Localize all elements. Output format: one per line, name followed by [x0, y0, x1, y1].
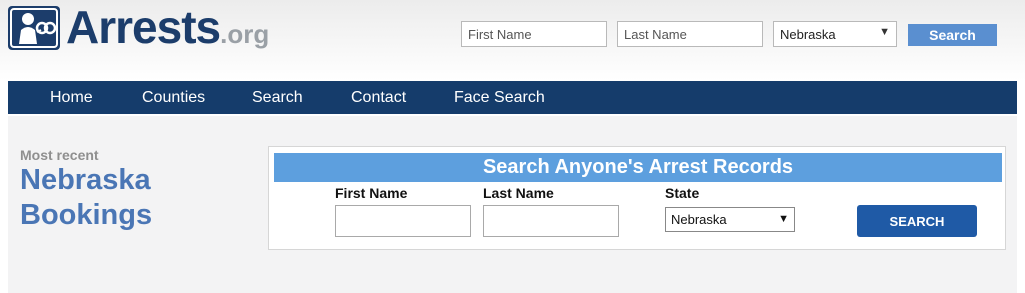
- state-select-value: Nebraska: [671, 212, 727, 227]
- page-title: Nebraska Bookings: [20, 164, 153, 231]
- nav-item-contact[interactable]: Contact: [351, 81, 406, 114]
- first-name-label: First Name: [335, 185, 408, 201]
- last-name-input[interactable]: [483, 205, 619, 237]
- site-header: Arrests.org Nebraska ▼ Search: [0, 0, 1025, 80]
- brand-name: Arrests: [66, 1, 221, 53]
- nav-item-home[interactable]: Home: [50, 81, 93, 114]
- chevron-down-icon: ▼: [778, 213, 789, 225]
- site-wordmark: Arrests.org: [66, 0, 269, 64]
- chevron-down-icon: ▼: [879, 26, 890, 38]
- header-state-value: Nebraska: [780, 26, 836, 42]
- nav-item-face-search[interactable]: Face Search: [454, 81, 545, 114]
- search-button[interactable]: SEARCH: [857, 205, 977, 237]
- header-first-name-input[interactable]: [461, 21, 607, 47]
- last-name-label: Last Name: [483, 185, 554, 201]
- most-recent-label: Most recent: [20, 147, 99, 163]
- header-search-button[interactable]: Search: [908, 24, 997, 46]
- search-panel-title: Search Anyone's Arrest Records: [274, 153, 1002, 182]
- state-select[interactable]: Nebraska ▼: [665, 207, 795, 232]
- header-last-name-input[interactable]: [617, 21, 763, 47]
- first-name-input[interactable]: [335, 205, 471, 237]
- brand-tld: .org: [220, 19, 270, 49]
- state-label: State: [665, 185, 700, 201]
- main-nav: Home Counties Search Contact Face Search: [8, 81, 1017, 114]
- nav-item-counties[interactable]: Counties: [142, 81, 205, 114]
- nav-item-search[interactable]: Search: [252, 81, 303, 114]
- header-state-select[interactable]: Nebraska ▼: [773, 21, 897, 47]
- handcuffed-figure-icon: [8, 6, 60, 50]
